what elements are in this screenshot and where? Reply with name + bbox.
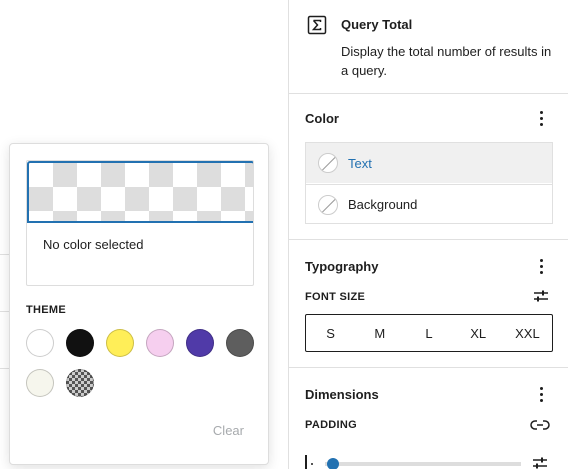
block-description: Display the total number of results in a… [341, 44, 552, 78]
custom-color-picker-toggle[interactable] [27, 161, 253, 223]
no-color-label: No color selected [43, 237, 144, 252]
panel-title: Typography [305, 259, 379, 274]
link-sides-icon[interactable] [530, 418, 550, 432]
typography-options-button[interactable] [533, 256, 549, 276]
swatch-off-white[interactable] [26, 369, 54, 397]
font-size-m[interactable]: M [355, 315, 404, 351]
font-size-xxl[interactable]: XXL [503, 315, 552, 351]
swatch-checkered[interactable] [66, 369, 94, 397]
settings-sidebar: Query Total Display the total number of … [288, 0, 568, 469]
color-item-label: Background [348, 197, 418, 212]
swatch-yellow[interactable] [106, 329, 134, 357]
color-options-button[interactable] [533, 108, 549, 128]
no-color-swatch-icon [318, 194, 338, 215]
custom-size-settings-icon[interactable] [533, 289, 549, 303]
font-size-label: FONT SIZE [305, 291, 366, 303]
block-title: Query Total [341, 17, 413, 32]
color-preview: No color selected [26, 160, 254, 286]
dimensions-panel: Dimensions PADDING [289, 368, 568, 469]
font-size-s[interactable]: S [306, 315, 355, 351]
theme-palette-label: THEME [26, 304, 66, 316]
swatch-purple[interactable] [186, 329, 214, 357]
color-item-background[interactable]: Background [306, 184, 552, 224]
clear-button[interactable]: Clear [213, 423, 244, 438]
panel-title: Dimensions [305, 387, 379, 402]
padding-settings-icon[interactable] [532, 456, 548, 469]
panel-title: Color [305, 111, 339, 126]
font-size-l[interactable]: L [404, 315, 453, 351]
swatch-gray[interactable] [226, 329, 254, 357]
padding-label: PADDING [305, 419, 358, 431]
padding-slider[interactable] [305, 455, 521, 469]
font-size-xl[interactable]: XL [454, 315, 503, 351]
swatch-white[interactable] [26, 329, 54, 357]
swatch-pink[interactable] [146, 329, 174, 357]
theme-swatches [26, 329, 258, 397]
swatch-black[interactable] [66, 329, 94, 357]
font-size-picker: S M L XL XXL [305, 314, 553, 352]
sigma-icon [307, 15, 327, 35]
dimensions-options-button[interactable] [533, 384, 549, 404]
color-picker-popover: No color selected THEME Clear [9, 143, 269, 465]
block-card: Query Total Display the total number of … [289, 0, 568, 94]
color-item-text[interactable]: Text [306, 143, 552, 183]
no-color-swatch-icon [318, 153, 338, 173]
color-item-label: Text [348, 155, 372, 171]
color-item-group: Text Background [305, 142, 553, 224]
